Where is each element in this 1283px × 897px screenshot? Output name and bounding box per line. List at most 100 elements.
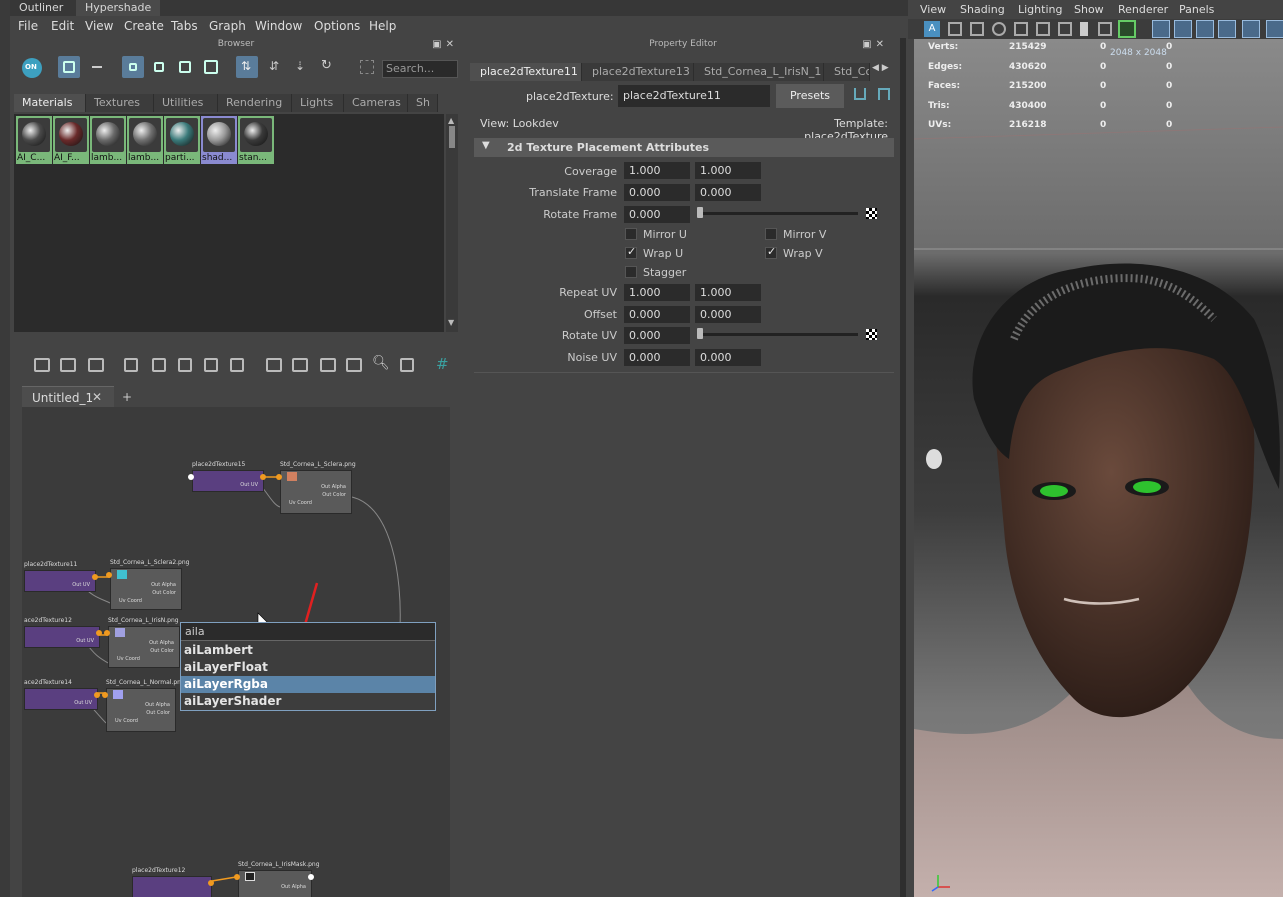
- menu-options[interactable]: Options: [314, 16, 360, 36]
- image-plane-icon[interactable]: [992, 22, 1006, 36]
- shadows-icon[interactable]: [1266, 20, 1283, 38]
- tab-outliner[interactable]: Outliner: [10, 0, 72, 16]
- large-swatch-icon[interactable]: [174, 56, 196, 78]
- grid-icon[interactable]: #: [436, 355, 449, 373]
- pin-icon[interactable]: [230, 358, 244, 372]
- grid-toggle-icon[interactable]: [1058, 22, 1072, 36]
- offset-u-field[interactable]: 0.000: [624, 306, 690, 323]
- graph-layout-icon[interactable]: [204, 358, 218, 372]
- presets-button[interactable]: Presets: [776, 84, 844, 108]
- repeat-v-field[interactable]: 1.000: [695, 284, 761, 301]
- tab-place2dtexture11[interactable]: place2dTexture11: [470, 63, 582, 81]
- view-as-icons-icon[interactable]: [58, 56, 80, 78]
- tab-materials[interactable]: Materials: [14, 94, 86, 112]
- use-all-lights-icon[interactable]: [1242, 20, 1260, 38]
- material-swatch[interactable]: shad...: [201, 116, 237, 164]
- tab-hypershade[interactable]: Hypershade: [76, 0, 161, 16]
- refresh-icon[interactable]: ↻: [316, 56, 338, 78]
- medium-swatch-icon[interactable]: [148, 56, 170, 78]
- vp-menu-panels[interactable]: Panels: [1179, 3, 1214, 16]
- clear-graph-icon[interactable]: [124, 358, 138, 372]
- vp-menu-lighting[interactable]: Lighting: [1018, 3, 1062, 16]
- film-gate-icon[interactable]: [1080, 22, 1088, 36]
- sort-by-type-icon[interactable]: ⇵: [264, 56, 286, 78]
- menu-file[interactable]: File: [18, 16, 38, 36]
- menu-window[interactable]: Window: [255, 16, 302, 36]
- menu-help[interactable]: Help: [369, 16, 396, 36]
- node-output-port[interactable]: [260, 474, 266, 480]
- bookmarks-icon[interactable]: [970, 22, 984, 36]
- material-swatch[interactable]: stan...: [238, 116, 274, 164]
- view-list-icon[interactable]: [86, 56, 108, 78]
- tab-rendering[interactable]: Rendering: [218, 94, 292, 112]
- suggestion-ailayerrgba[interactable]: aiLayerRgba: [181, 676, 435, 693]
- show-input-icon[interactable]: [854, 88, 866, 100]
- filter-icon[interactable]: [356, 56, 378, 78]
- rotate-uv-field[interactable]: 0.000: [624, 327, 690, 344]
- node-place2dtexture12[interactable]: ace2dTexture12 Out UV: [24, 617, 102, 651]
- offset-v-field[interactable]: 0.000: [695, 306, 761, 323]
- rotate-uv-slider-handle[interactable]: [697, 328, 703, 339]
- tab-untitled[interactable]: Untitled_1 ✕: [22, 386, 114, 408]
- stagger-checkbox[interactable]: [625, 266, 637, 278]
- node-input-port[interactable]: [106, 572, 112, 578]
- node-sclera2-file[interactable]: Std_Cornea_L_Sclera2.png Out Alpha Out C…: [106, 559, 189, 613]
- node-irisn-file[interactable]: Std_Cornea_L_IrisN.png Out Alpha Out Col…: [104, 617, 180, 671]
- wireframe-on-shaded-icon[interactable]: [1196, 20, 1214, 38]
- rotate-frame-map-icon[interactable]: [866, 208, 877, 219]
- sort-by-time-icon[interactable]: ⇣: [290, 56, 312, 78]
- 2d-pan-icon[interactable]: [1014, 22, 1028, 36]
- section-header[interactable]: ▼ 2d Texture Placement Attributes: [474, 138, 894, 157]
- node-input-port[interactable]: [102, 692, 108, 698]
- rotate-uv-slider[interactable]: [698, 333, 858, 336]
- suggestion-ailambert[interactable]: aiLambert: [181, 642, 435, 659]
- select-camera-icon[interactable]: A: [924, 21, 940, 37]
- tab-textures[interactable]: Textures: [86, 94, 154, 112]
- show-output-icon[interactable]: [878, 88, 890, 100]
- add-tab-button[interactable]: +: [122, 390, 132, 404]
- repeat-u-field[interactable]: 1.000: [624, 284, 690, 301]
- vp-menu-renderer[interactable]: Renderer: [1118, 3, 1168, 16]
- node-output-port[interactable]: [308, 874, 314, 880]
- node-place2dtexture12-b[interactable]: place2dTexture12: [132, 867, 214, 897]
- rotate-uv-map-icon[interactable]: [866, 329, 877, 340]
- wrap-u-checkbox[interactable]: ✓: [625, 245, 637, 259]
- translate-frame-v-field[interactable]: 0.000: [695, 184, 761, 201]
- vp-menu-view[interactable]: View: [920, 3, 946, 16]
- wireframe-icon[interactable]: [1152, 20, 1170, 38]
- output-connections-icon[interactable]: [88, 358, 104, 372]
- menu-tabs[interactable]: Tabs: [171, 16, 198, 36]
- tab-std-cornea-irisn[interactable]: Std_Cornea_L_IrisN_1: [694, 63, 824, 81]
- coverage-u-field[interactable]: 1.000: [624, 162, 690, 179]
- node-input-port[interactable]: [188, 474, 194, 480]
- tab-place2dtexture13[interactable]: place2dTexture13: [582, 63, 694, 81]
- node-search-input[interactable]: aila: [181, 623, 435, 641]
- browser-scrollbar[interactable]: ▲ ▼: [446, 114, 458, 332]
- suggestion-ailayerfloat[interactable]: aiLayerFloat: [181, 659, 435, 676]
- tab-shading-groups[interactable]: Sh: [408, 94, 438, 112]
- tab-utilities[interactable]: Utilities: [154, 94, 218, 112]
- node-place2dtexture14[interactable]: ace2dTexture14 Out UV: [24, 679, 100, 713]
- add-selected-icon[interactable]: [152, 358, 166, 372]
- full-mode-icon[interactable]: [320, 358, 336, 372]
- tab-std-co[interactable]: Std_Co: [824, 63, 870, 81]
- node-input-port[interactable]: [234, 874, 240, 880]
- node-sclera-file[interactable]: Std_Cornea_L_Sclera.png Out Alpha Out Co…: [276, 461, 356, 517]
- browser-search-input[interactable]: Search...: [382, 60, 458, 78]
- node-output-port[interactable]: [94, 692, 100, 698]
- node-input-port[interactable]: [104, 630, 110, 636]
- suggestion-ailayershader[interactable]: aiLayerShader: [181, 693, 435, 710]
- sort-by-name-icon[interactable]: ⇅: [236, 56, 258, 78]
- wrap-v-checkbox[interactable]: ✓: [765, 245, 777, 259]
- vp-menu-shading[interactable]: Shading: [960, 3, 1005, 16]
- noise-u-field[interactable]: 0.000: [624, 349, 690, 366]
- node-output-port[interactable]: [96, 630, 102, 636]
- smooth-shade-icon[interactable]: [1174, 20, 1192, 38]
- translate-frame-u-field[interactable]: 0.000: [624, 184, 690, 201]
- small-swatch-icon[interactable]: [122, 56, 144, 78]
- textured-icon[interactable]: [1218, 20, 1236, 38]
- vp-menu-show[interactable]: Show: [1074, 3, 1104, 16]
- snapshot-icon[interactable]: [400, 358, 414, 372]
- node-input-port[interactable]: [276, 474, 282, 480]
- node-output-port[interactable]: [92, 574, 98, 580]
